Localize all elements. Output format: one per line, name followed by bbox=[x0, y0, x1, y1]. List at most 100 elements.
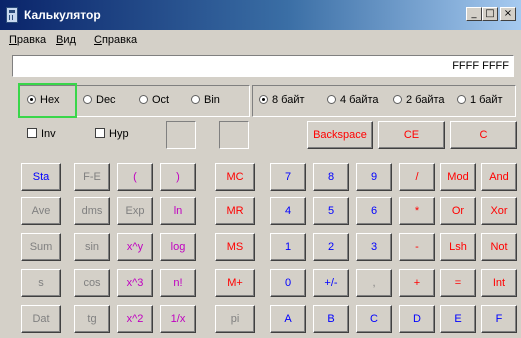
calculator-icon bbox=[6, 7, 18, 23]
radio-1-byte[interactable]: 1 байт bbox=[457, 94, 503, 106]
digit-5-button[interactable]: 5 bbox=[313, 197, 349, 225]
radio-4-bytes[interactable]: 4 байта bbox=[327, 94, 379, 106]
radio-icon bbox=[139, 95, 148, 104]
digit-6-button[interactable]: 6 bbox=[356, 197, 392, 225]
parenthesis-indicator bbox=[166, 121, 196, 149]
menu-help[interactable]: Справка bbox=[94, 34, 137, 46]
checkbox-icon bbox=[95, 128, 105, 138]
tg-button[interactable]: tg bbox=[74, 305, 110, 333]
multiply-button[interactable]: * bbox=[399, 197, 435, 225]
reciprocal-button[interactable]: 1/x bbox=[160, 305, 196, 333]
and-button[interactable]: And bbox=[481, 163, 517, 191]
memory-indicator bbox=[219, 121, 249, 149]
maximize-button[interactable]: □ bbox=[482, 7, 498, 21]
result-display: FFFF FFFF bbox=[12, 55, 514, 77]
radio-8-bytes-label: 8 байт bbox=[272, 94, 305, 106]
ms-button[interactable]: MS bbox=[215, 233, 255, 261]
hex-b-button[interactable]: B bbox=[313, 305, 349, 333]
radio-bin-label: Bin bbox=[204, 94, 220, 106]
mr-button[interactable]: MR bbox=[215, 197, 255, 225]
not-button[interactable]: Not bbox=[481, 233, 517, 261]
radio-2-bytes-label: 2 байта bbox=[406, 94, 445, 106]
digit-0-button[interactable]: 0 bbox=[270, 269, 306, 297]
lsh-button[interactable]: Lsh bbox=[440, 233, 476, 261]
digit-9-button[interactable]: 9 bbox=[356, 163, 392, 191]
m-plus-button[interactable]: M+ bbox=[215, 269, 255, 297]
dms-button[interactable]: dms bbox=[74, 197, 110, 225]
radio-1-byte-label: 1 байт bbox=[470, 94, 503, 106]
sta-button[interactable]: Sta bbox=[21, 163, 61, 191]
menu-bar: Правка Вид Справка bbox=[0, 30, 521, 52]
close-paren-button[interactable]: ) bbox=[160, 163, 196, 191]
ln-button[interactable]: ln bbox=[160, 197, 196, 225]
add-button[interactable]: + bbox=[399, 269, 435, 297]
menu-edit[interactable]: Правка bbox=[9, 34, 46, 46]
minimize-button[interactable]: _ bbox=[466, 7, 482, 21]
calculator-window: Калькулятор _ □ × Правка Вид Справка FFF… bbox=[0, 0, 521, 338]
hex-a-button[interactable]: A bbox=[270, 305, 306, 333]
clear-entry-button[interactable]: CE bbox=[378, 121, 445, 149]
digit-8-button[interactable]: 8 bbox=[313, 163, 349, 191]
hyp-label: Hyp bbox=[109, 128, 129, 140]
hyp-checkbox[interactable]: Hyp bbox=[95, 128, 129, 140]
close-button[interactable]: × bbox=[500, 7, 516, 21]
divide-button[interactable]: / bbox=[399, 163, 435, 191]
hex-e-button[interactable]: E bbox=[440, 305, 476, 333]
radio-4-bytes-label: 4 байта bbox=[340, 94, 379, 106]
xor-button[interactable]: Xor bbox=[481, 197, 517, 225]
hex-f-button[interactable]: F bbox=[481, 305, 517, 333]
digit-4-button[interactable]: 4 bbox=[270, 197, 306, 225]
radio-icon bbox=[191, 95, 200, 104]
digit-7-button[interactable]: 7 bbox=[270, 163, 306, 191]
radio-selected-icon bbox=[259, 95, 268, 104]
exp-button[interactable]: Exp bbox=[117, 197, 153, 225]
inv-checkbox[interactable]: Inv bbox=[27, 128, 56, 140]
pi-button[interactable]: pi bbox=[215, 305, 255, 333]
radio-2-bytes[interactable]: 2 байта bbox=[393, 94, 445, 106]
radio-icon bbox=[457, 95, 466, 104]
radio-oct-label: Oct bbox=[152, 94, 170, 106]
ave-button[interactable]: Ave bbox=[21, 197, 61, 225]
cos-button[interactable]: cos bbox=[74, 269, 110, 297]
digit-3-button[interactable]: 3 bbox=[356, 233, 392, 261]
radio-icon bbox=[83, 95, 92, 104]
equals-button[interactable]: = bbox=[440, 269, 476, 297]
digit-1-button[interactable]: 1 bbox=[270, 233, 306, 261]
fe-button[interactable]: F-E bbox=[74, 163, 110, 191]
inv-label: Inv bbox=[41, 128, 56, 140]
mc-button[interactable]: MC bbox=[215, 163, 255, 191]
hex-c-button[interactable]: C bbox=[356, 305, 392, 333]
radio-icon bbox=[393, 95, 402, 104]
sin-button[interactable]: sin bbox=[74, 233, 110, 261]
radio-dec[interactable]: Dec bbox=[83, 94, 116, 106]
log-button[interactable]: log bbox=[160, 233, 196, 261]
radio-hex[interactable]: Hex bbox=[27, 94, 60, 106]
x-square-button[interactable]: x^2 bbox=[117, 305, 153, 333]
or-button[interactable]: Or bbox=[440, 197, 476, 225]
mod-button[interactable]: Mod bbox=[440, 163, 476, 191]
clear-button[interactable]: C bbox=[450, 121, 517, 149]
radio-hex-label: Hex bbox=[40, 94, 60, 106]
subtract-button[interactable]: - bbox=[399, 233, 435, 261]
menu-view[interactable]: Вид bbox=[56, 34, 76, 46]
dat-button[interactable]: Dat bbox=[21, 305, 61, 333]
backspace-button[interactable]: Backspace bbox=[307, 121, 373, 149]
decimal-button[interactable]: , bbox=[356, 269, 392, 297]
x-cube-button[interactable]: x^3 bbox=[117, 269, 153, 297]
open-paren-button[interactable]: ( bbox=[117, 163, 153, 191]
hex-d-button[interactable]: D bbox=[399, 305, 435, 333]
radio-icon bbox=[327, 95, 336, 104]
x-pow-y-button[interactable]: x^y bbox=[117, 233, 153, 261]
title-bar[interactable]: Калькулятор _ □ × bbox=[0, 0, 521, 30]
sum-button[interactable]: Sum bbox=[21, 233, 61, 261]
s-button[interactable]: s bbox=[21, 269, 61, 297]
radio-bin[interactable]: Bin bbox=[191, 94, 220, 106]
window-title: Калькулятор bbox=[24, 8, 101, 22]
int-button[interactable]: Int bbox=[481, 269, 517, 297]
sign-toggle-button[interactable]: +/- bbox=[313, 269, 349, 297]
digit-2-button[interactable]: 2 bbox=[313, 233, 349, 261]
factorial-button[interactable]: n! bbox=[160, 269, 196, 297]
radio-8-bytes[interactable]: 8 байт bbox=[259, 94, 305, 106]
radio-oct[interactable]: Oct bbox=[139, 94, 169, 106]
checkbox-icon bbox=[27, 128, 37, 138]
